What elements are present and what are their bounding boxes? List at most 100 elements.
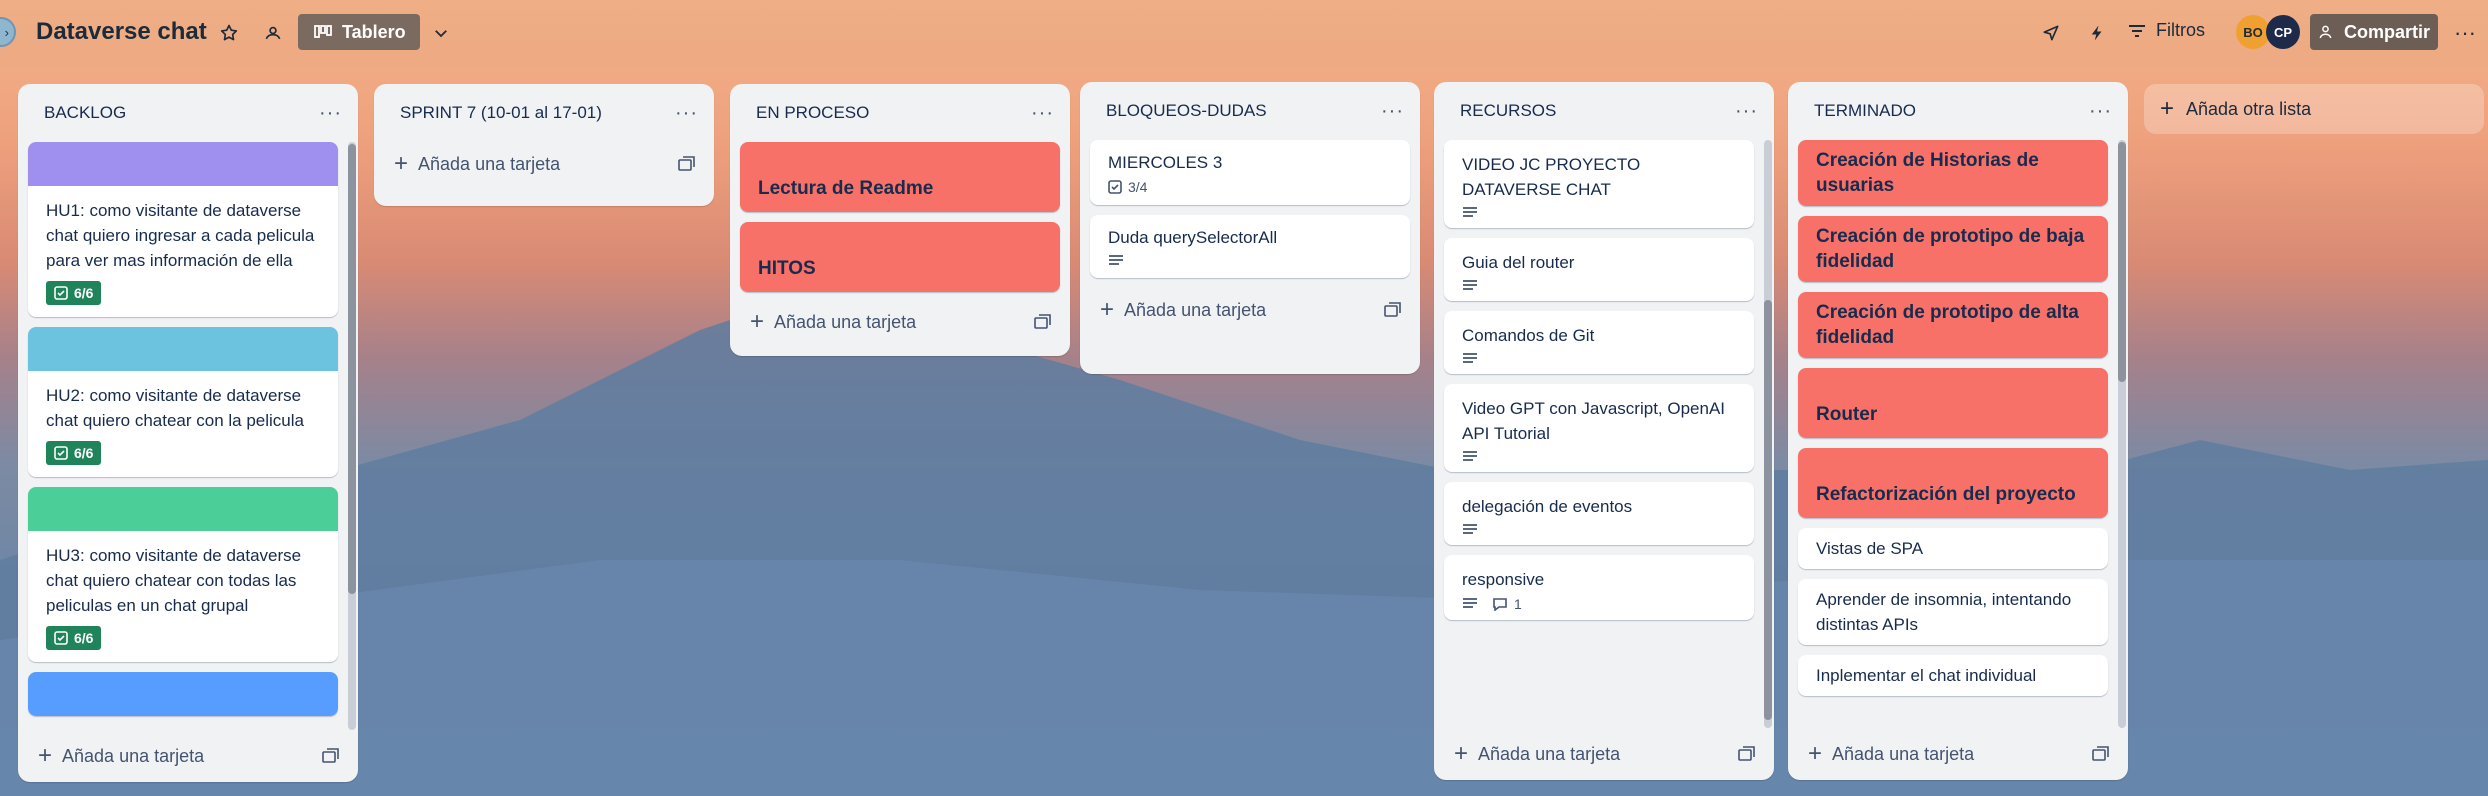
card-template-icon[interactable] (2092, 746, 2110, 762)
list-title[interactable]: TERMINADO (1814, 101, 1916, 121)
card-title: Comandos de Git (1462, 326, 1595, 345)
add-card-button[interactable]: + Añada una tarjeta (1808, 742, 1974, 766)
card-template-icon[interactable] (678, 156, 696, 172)
list-menu-icon[interactable]: ··· (1031, 102, 1054, 125)
add-card-button[interactable]: + Añada una tarjeta (394, 152, 560, 176)
list-title[interactable]: RECURSOS (1460, 101, 1556, 121)
card[interactable]: HU3: como visitante de dataverse chat qu… (28, 487, 338, 662)
board-view-button[interactable]: Tablero (298, 14, 420, 50)
list-terminado: TERMINADO ··· Creación de Historias de u… (1788, 82, 2128, 780)
description-icon (1462, 450, 1478, 464)
card[interactable]: delegación de eventos (1444, 482, 1754, 545)
card-title: Creación de Historias de usuarias (1816, 150, 2039, 196)
list-backlog: BACKLOG ··· HU1: como visitante de datav… (18, 84, 358, 782)
list-menu-icon[interactable]: ··· (319, 102, 342, 125)
list-menu-icon[interactable]: ··· (675, 102, 698, 125)
plus-icon: + (2160, 95, 2175, 122)
list-scrollbar[interactable] (348, 142, 356, 730)
star-icon[interactable] (214, 18, 244, 48)
list-sprint-7: SPRINT 7 (10-01 al 17-01) ··· + Añada un… (374, 84, 714, 206)
list-en-proceso: EN PROCESO ··· Lectura de Readme HITOS +… (730, 84, 1070, 356)
plus-icon: + (1808, 740, 1823, 767)
card[interactable]: Vistas de SPA (1798, 528, 2108, 569)
card-title: HU2: como visitante de dataverse chat qu… (46, 386, 304, 430)
card[interactable]: Lectura de Readme (740, 142, 1060, 212)
card[interactable]: Aprender de insomnia, intentando distint… (1798, 579, 2108, 645)
card[interactable]: Inplementar el chat individual (1798, 655, 2108, 696)
card-title: Lectura de Readme (758, 178, 934, 199)
card-title: Video GPT con Javascript, OpenAI API Tut… (1462, 399, 1726, 443)
list-scrollbar[interactable] (1764, 140, 1772, 728)
card-cover (28, 142, 338, 186)
card[interactable]: Router (1798, 368, 2108, 438)
workspace-visibility-icon[interactable] (258, 18, 288, 48)
add-card-button[interactable]: + Añada una tarjeta (750, 310, 916, 334)
card-title: HU1: como visitante de dataverse chat qu… (46, 201, 315, 270)
avatar[interactable]: BO (2236, 15, 2270, 49)
card[interactable]: VIDEO JC PROYECTO DATAVERSE CHAT (1444, 140, 1754, 228)
card[interactable]: Creación de prototipo de alta fidelidad (1798, 292, 2108, 358)
filters-label: Filtros (2156, 20, 2205, 40)
card-template-icon[interactable] (322, 748, 340, 764)
board-title[interactable]: Dataverse chat (36, 18, 207, 46)
list-title[interactable]: BLOQUEOS-DUDAS (1106, 101, 1267, 121)
list-menu-icon[interactable]: ··· (2089, 100, 2112, 123)
checklist-badge: 3/4 (1108, 179, 1147, 195)
card[interactable]: HITOS (740, 222, 1060, 292)
add-card-button[interactable]: + Añada una tarjeta (1454, 742, 1620, 766)
card[interactable]: Comandos de Git (1444, 311, 1754, 374)
checklist-badge: 6/6 (46, 626, 102, 650)
description-icon (1462, 352, 1478, 366)
card[interactable]: MIERCOLES 3 3/4 (1090, 140, 1410, 205)
card-template-icon[interactable] (1034, 314, 1052, 330)
card-title: Refactorización del proyecto (1816, 484, 2076, 505)
list-menu-icon[interactable]: ··· (1381, 100, 1404, 123)
card[interactable]: Guia del router (1444, 238, 1754, 301)
card[interactable]: Creación de prototipo de baja fidelidad (1798, 216, 2108, 282)
card[interactable]: Creación de Historias de usuarias (1798, 140, 2108, 206)
card-template-icon[interactable] (1738, 746, 1756, 762)
card-title: Guia del router (1462, 253, 1575, 272)
card-title: Inplementar el chat individual (1816, 666, 2037, 685)
plus-icon: + (1454, 740, 1469, 767)
list-scrollbar[interactable] (2118, 140, 2126, 728)
plus-icon: + (750, 308, 765, 335)
automation-icon[interactable] (2082, 18, 2112, 48)
card[interactable]: HU1: como visitante de dataverse chat qu… (28, 142, 338, 317)
list-menu-icon[interactable]: ··· (1735, 100, 1758, 123)
scrollbar-thumb[interactable] (348, 144, 356, 594)
more-options-icon[interactable]: ··· (2450, 18, 2480, 48)
card-title: Aprender de insomnia, intentando distint… (1816, 590, 2072, 634)
card[interactable]: responsive 1 (1444, 555, 1754, 620)
list-title[interactable]: SPRINT 7 (10-01 al 17-01) (400, 103, 602, 123)
plus-icon: + (394, 150, 409, 177)
board-view-label: Tablero (342, 21, 406, 42)
card[interactable]: HU2: como visitante de dataverse chat qu… (28, 327, 338, 477)
card[interactable]: Refactorización del proyecto (1798, 448, 2108, 518)
chevron-down-icon[interactable] (426, 18, 456, 48)
list-title[interactable]: BACKLOG (44, 103, 126, 123)
card[interactable]: Duda querySelectorAll (1090, 215, 1410, 278)
avatar[interactable]: CP (2266, 15, 2300, 49)
checklist-badge: 6/6 (46, 441, 102, 465)
list-title[interactable]: EN PROCESO (756, 103, 869, 123)
card-cover (28, 672, 338, 716)
add-list-button[interactable]: + Añada otra lista (2144, 84, 2484, 134)
share-label: Compartir (2343, 21, 2430, 42)
card-template-icon[interactable] (1384, 302, 1402, 318)
filters-button[interactable]: Filtros (2128, 20, 2205, 41)
card-cover (28, 487, 338, 531)
description-icon (1462, 206, 1478, 220)
card-title: HU3: como visitante de dataverse chat qu… (46, 546, 302, 615)
scrollbar-thumb[interactable] (2118, 142, 2126, 382)
sidebar-toggle-button[interactable]: › (0, 17, 16, 47)
card[interactable] (28, 672, 338, 716)
card-title: delegación de eventos (1462, 497, 1633, 516)
share-button[interactable]: Compartir (2310, 14, 2438, 50)
add-card-button[interactable]: + Añada una tarjeta (1100, 298, 1266, 322)
plus-icon: + (1100, 296, 1115, 323)
add-card-button[interactable]: + Añada una tarjeta (38, 744, 204, 768)
power-ups-icon[interactable] (2036, 18, 2066, 48)
scrollbar-thumb[interactable] (1764, 300, 1772, 720)
card[interactable]: Video GPT con Javascript, OpenAI API Tut… (1444, 384, 1754, 472)
